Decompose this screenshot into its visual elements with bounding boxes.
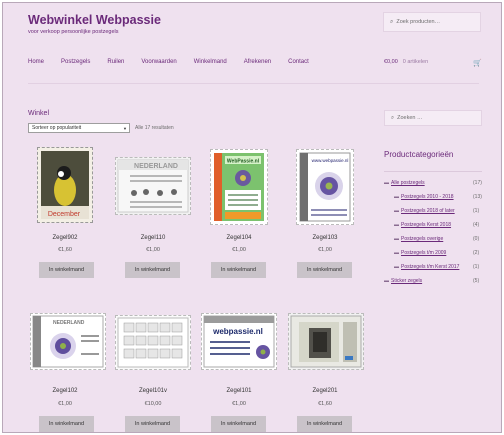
sort-select[interactable]: Sorteer op populariteit ▼ <box>28 123 130 133</box>
photo-stamp-art <box>290 315 362 368</box>
product-name[interactable]: Zegel101 <box>199 388 279 394</box>
product-price: €1,60 <box>58 247 72 253</box>
category-postzegels-2018-of-later[interactable]: ▬ Postzegels 2018 of later <box>394 208 455 214</box>
add-to-cart-button[interactable]: In winkelmand <box>39 416 94 432</box>
product-image-stamp-sheet[interactable] <box>115 315 191 370</box>
product-name[interactable]: Zegel104 <box>199 235 279 241</box>
product-price: €1,00 <box>318 247 332 253</box>
nav-postzegels[interactable]: Postzegels <box>61 59 90 65</box>
category-count: (2) <box>473 250 480 256</box>
result-count: Alle 17 resultaten <box>135 125 174 131</box>
page-frame: Webwinkel Webpassie voor verkoop persoon… <box>2 2 502 433</box>
nav-contact[interactable]: Contact <box>288 59 309 65</box>
add-to-cart-button[interactable]: In winkelmand <box>297 416 352 432</box>
category-postzegels-kerst-2018[interactable]: ▬ Postzegels Kerst 2018 <box>394 222 451 228</box>
add-to-cart-button[interactable]: In winkelmand <box>297 262 352 278</box>
basket-icon: 🛒 <box>473 60 482 67</box>
product-price: €10,00 <box>144 401 162 407</box>
nav-afrekenen[interactable]: Afrekenen <box>244 59 271 65</box>
category-count: (5) <box>473 278 480 284</box>
nav-winkelmand[interactable]: Winkelmand <box>194 59 227 65</box>
product-name[interactable]: Zegel102 <box>25 388 105 394</box>
product-price: €1,00 <box>232 247 246 253</box>
product-name[interactable]: Zegel902 <box>25 235 105 241</box>
header-divider <box>28 83 479 84</box>
site-description: voor verkoop persoonlijke postzegels <box>28 29 119 35</box>
product-image-flower-stamp[interactable]: www.webpassie.nl <box>296 149 354 225</box>
add-to-cart-button[interactable]: In winkelmand <box>125 416 180 432</box>
categories-title: Productcategorieën <box>384 150 454 159</box>
product-price: €1,00 <box>232 401 246 407</box>
main-navigation: Home Postzegels Ruilen Voorwaarden Winke… <box>28 59 326 65</box>
nav-voorwaarden[interactable]: Voorwaarden <box>141 59 176 65</box>
category-postzegels-tm-2009[interactable]: ▬ Postzegels t/m 2009 <box>394 250 446 256</box>
site-title[interactable]: Webwinkel Webpassie <box>28 13 161 27</box>
text-stamp-art: NEDERLAND <box>117 159 189 213</box>
header-cart[interactable]: €0,00 0 artikelen 🛒 <box>384 59 482 67</box>
add-to-cart-button[interactable]: In winkelmand <box>125 262 180 278</box>
search-icon: ⌕ <box>390 18 394 25</box>
nav-home[interactable]: Home <box>28 59 44 65</box>
product-name[interactable]: Zegel103 <box>285 235 365 241</box>
svg-text:December: December <box>48 211 81 218</box>
category-postzegels-2010-2018[interactable]: ▬ Postzegels 2010 - 2018 <box>394 194 454 200</box>
svg-text:www.webpassie.nl: www.webpassie.nl <box>312 158 349 163</box>
nav-ruilen[interactable]: Ruilen <box>107 59 124 65</box>
product-image-passiflora-stamp[interactable]: NEDERLAND <box>30 313 106 370</box>
category-count: (1) <box>473 208 480 214</box>
category-postzegels-overige[interactable]: ▬ Postzegels overige <box>394 236 443 242</box>
cart-amount: €0,00 <box>384 59 398 65</box>
green-stamp-art: WebPassie.nl <box>214 153 264 221</box>
svg-text:NEDERLAND: NEDERLAND <box>53 320 85 326</box>
product-name[interactable]: Zegel201 <box>285 388 365 394</box>
product-image-green-stamp[interactable]: WebPassie.nl <box>210 149 268 225</box>
product-image-webpassie-stamp[interactable]: webpassie.nl <box>201 313 277 370</box>
folder-icon: ▬ <box>394 236 399 242</box>
svg-text:webpassie.nl: webpassie.nl <box>212 327 263 336</box>
add-to-cart-button[interactable]: In winkelmand <box>39 262 94 278</box>
folder-icon: ▬ <box>394 208 399 214</box>
product-price: €1,00 <box>146 247 160 253</box>
folder-icon: ▬ <box>394 194 399 200</box>
product-image-bird-stamp[interactable]: December <box>37 147 93 223</box>
folder-icon: ▬ <box>394 264 399 270</box>
folder-icon: ▬ <box>384 278 389 284</box>
svg-text:NEDERLAND: NEDERLAND <box>134 163 178 170</box>
product-image-photo-stamp[interactable] <box>288 313 364 370</box>
product-price: €1,60 <box>318 401 332 407</box>
chevron-down-icon: ▼ <box>123 126 127 131</box>
category-postzegels-tm-kerst-2017[interactable]: ▬ Postzegels t/m Kerst 2017 <box>394 264 459 270</box>
sidebar-search-input[interactable]: ⌕ Zoeken … <box>384 110 482 126</box>
category-count: (17) <box>473 180 482 186</box>
product-price: €1,00 <box>58 401 72 407</box>
flower-stamp-art: www.webpassie.nl <box>299 152 351 222</box>
page-title: Winkel <box>28 110 50 117</box>
category-count: (0) <box>473 236 480 242</box>
add-to-cart-button[interactable]: In winkelmand <box>211 262 266 278</box>
cart-count: 0 artikelen <box>402 59 429 65</box>
product-name[interactable]: Zegel110 <box>113 235 193 241</box>
product-search-input[interactable]: ⌕ Zoek producten… <box>383 12 481 32</box>
webpassie-stamp-art: webpassie.nl <box>203 315 275 368</box>
product-name[interactable]: Zegel101v <box>113 388 193 394</box>
svg-text:WebPassie.nl: WebPassie.nl <box>227 159 260 165</box>
category-count: (1) <box>473 264 480 270</box>
add-to-cart-button[interactable]: In winkelmand <box>211 416 266 432</box>
category-count: (13) <box>473 194 482 200</box>
categories-divider <box>384 171 482 172</box>
passiflora-stamp-art: NEDERLAND <box>32 315 104 368</box>
search-icon: ⌕ <box>391 114 395 121</box>
category-alle-postzegels[interactable]: ▬ Alle postzegels <box>384 180 425 186</box>
stamp-sheet-art <box>117 317 189 368</box>
product-image-text-stamp[interactable]: NEDERLAND <box>115 157 191 215</box>
folder-icon: ▬ <box>384 180 389 186</box>
bird-stamp-art: December <box>41 151 89 219</box>
folder-icon: ▬ <box>394 222 399 228</box>
category-sticker-zegels[interactable]: ▬ Sticker zegels <box>384 278 422 284</box>
folder-icon: ▬ <box>394 250 399 256</box>
category-count: (4) <box>473 222 480 228</box>
